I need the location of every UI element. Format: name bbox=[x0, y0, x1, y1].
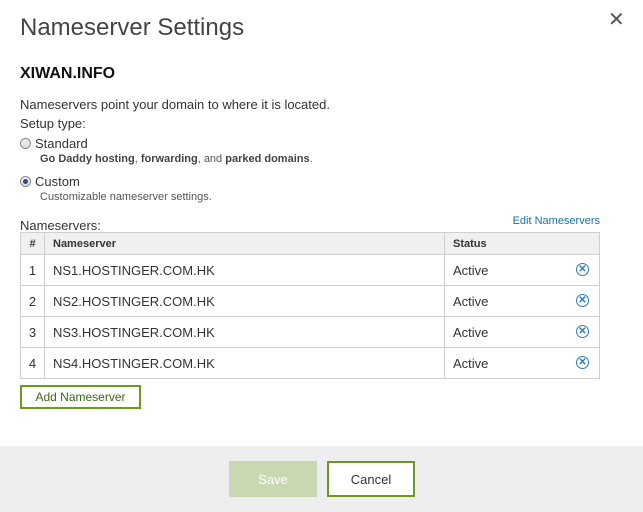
custom-radio[interactable] bbox=[20, 176, 31, 187]
remove-circle-icon[interactable]: ✕ bbox=[576, 356, 589, 369]
row-number: 2 bbox=[20, 285, 45, 317]
header-nameserver: Nameserver bbox=[44, 232, 445, 255]
custom-option[interactable]: Custom bbox=[20, 174, 80, 189]
table-header-row: # Nameserver Status bbox=[20, 232, 600, 255]
cancel-button[interactable]: Cancel bbox=[327, 461, 415, 497]
row-number: 1 bbox=[20, 254, 45, 286]
add-nameserver-button[interactable]: Add Nameserver bbox=[20, 385, 141, 409]
table-row: 4 NS4.HOSTINGER.COM.HK Active ✕ bbox=[20, 347, 600, 379]
nameserver-table: # Nameserver Status 1 NS1.HOSTINGER.COM.… bbox=[20, 232, 600, 379]
dialog-footer: Save Cancel bbox=[0, 446, 643, 512]
custom-label: Custom bbox=[35, 174, 80, 189]
table-row: 2 NS2.HOSTINGER.COM.HK Active ✕ bbox=[20, 285, 600, 317]
standard-description: Go Daddy hosting, forwarding, and parked… bbox=[40, 153, 313, 165]
dialog-title: Nameserver Settings bbox=[20, 14, 245, 41]
edit-nameservers-link[interactable]: Edit Nameservers bbox=[513, 215, 600, 227]
header-number: # bbox=[20, 232, 45, 255]
standard-radio[interactable] bbox=[20, 138, 31, 149]
header-status: Status bbox=[444, 232, 600, 255]
row-number: 3 bbox=[20, 316, 45, 348]
nameservers-label: Nameservers: bbox=[20, 218, 101, 233]
status-text: Active bbox=[453, 324, 489, 340]
status-text: Active bbox=[453, 293, 489, 309]
table-row: 3 NS3.HOSTINGER.COM.HK Active ✕ bbox=[20, 316, 600, 348]
row-number: 4 bbox=[20, 347, 45, 379]
setup-type-label: Setup type: bbox=[20, 116, 86, 131]
standard-option[interactable]: Standard bbox=[20, 136, 88, 151]
remove-circle-icon[interactable]: ✕ bbox=[576, 263, 589, 276]
custom-description: Customizable nameserver settings. bbox=[40, 191, 212, 203]
close-icon[interactable]: ✕ bbox=[608, 10, 625, 30]
save-button[interactable]: Save bbox=[229, 461, 317, 497]
status-cell: Active ✕ bbox=[444, 347, 600, 379]
status-text: Active bbox=[453, 262, 489, 278]
status-cell: Active ✕ bbox=[444, 254, 600, 286]
remove-circle-icon[interactable]: ✕ bbox=[576, 325, 589, 338]
nameserver-cell: NS2.HOSTINGER.COM.HK bbox=[44, 285, 445, 317]
description-text: Nameservers point your domain to where i… bbox=[20, 97, 330, 112]
standard-label: Standard bbox=[35, 136, 88, 151]
remove-circle-icon[interactable]: ✕ bbox=[576, 294, 589, 307]
table-row: 1 NS1.HOSTINGER.COM.HK Active ✕ bbox=[20, 254, 600, 286]
nameserver-cell: NS1.HOSTINGER.COM.HK bbox=[44, 254, 445, 286]
status-cell: Active ✕ bbox=[444, 316, 600, 348]
status-text: Active bbox=[453, 355, 489, 371]
nameserver-cell: NS3.HOSTINGER.COM.HK bbox=[44, 316, 445, 348]
nameserver-cell: NS4.HOSTINGER.COM.HK bbox=[44, 347, 445, 379]
status-cell: Active ✕ bbox=[444, 285, 600, 317]
domain-name: XIWAN.INFO bbox=[20, 65, 116, 82]
